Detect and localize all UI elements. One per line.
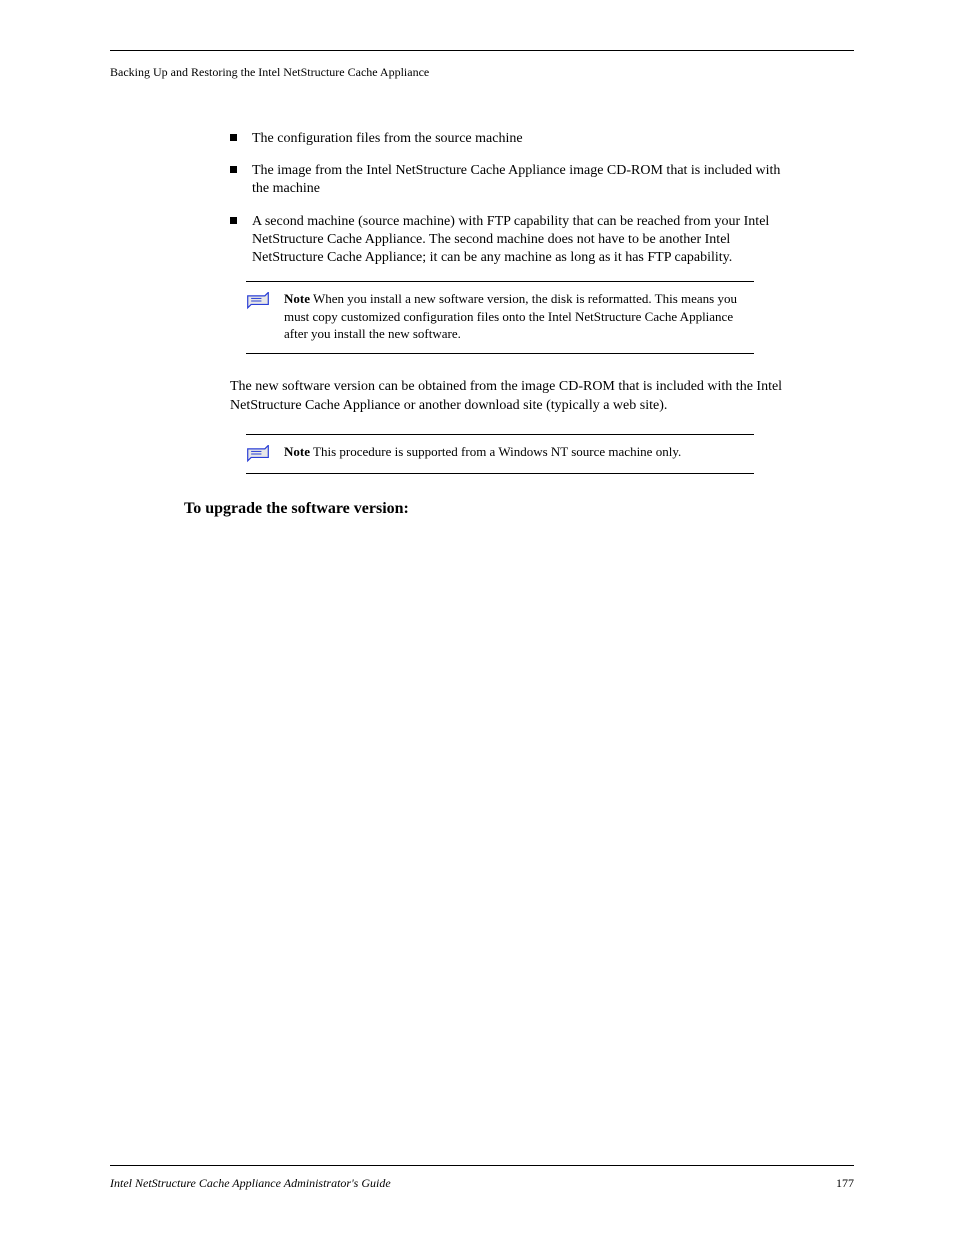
note-content: When you install a new software version,… [284, 291, 737, 341]
note-body: Note This procedure is supported from a … [246, 435, 754, 473]
note-rule-bottom [246, 353, 754, 354]
note-icon [246, 292, 270, 310]
running-header: Backing Up and Restoring the Intel NetSt… [110, 65, 854, 80]
footer-product-name: Intel NetStructure Cache Appliance Admin… [110, 1176, 391, 1191]
footer-row: Intel NetStructure Cache Appliance Admin… [110, 1176, 854, 1191]
header-rule [110, 50, 854, 51]
note-content: This procedure is supported from a Windo… [313, 444, 681, 459]
note-label: Note [284, 444, 310, 459]
note-text: Note When you install a new software ver… [284, 290, 754, 343]
bullet-list: The configuration files from the source … [230, 130, 794, 267]
footer: Intel NetStructure Cache Appliance Admin… [110, 1165, 854, 1191]
note-body: Note When you install a new software ver… [246, 282, 754, 353]
footer-page-number: 177 [836, 1176, 854, 1191]
note-block: Note This procedure is supported from a … [246, 434, 754, 474]
note-label: Note [284, 291, 310, 306]
note-rule-bottom [246, 473, 754, 474]
note-block: Note When you install a new software ver… [246, 281, 754, 354]
page: Backing Up and Restoring the Intel NetSt… [0, 0, 954, 1235]
bullet-item: The image from the Intel NetStructure Ca… [230, 162, 794, 198]
note-text: Note This procedure is supported from a … [284, 443, 681, 461]
bullet-item: The configuration files from the source … [230, 130, 794, 148]
section-heading: To upgrade the software version: [184, 500, 794, 518]
content-block: The configuration files from the source … [230, 130, 794, 518]
paragraph: The new software version can be obtained… [230, 378, 794, 416]
note-icon [246, 445, 270, 463]
footer-rule [110, 1165, 854, 1166]
bullet-item: A second machine (source machine) with F… [230, 213, 794, 268]
